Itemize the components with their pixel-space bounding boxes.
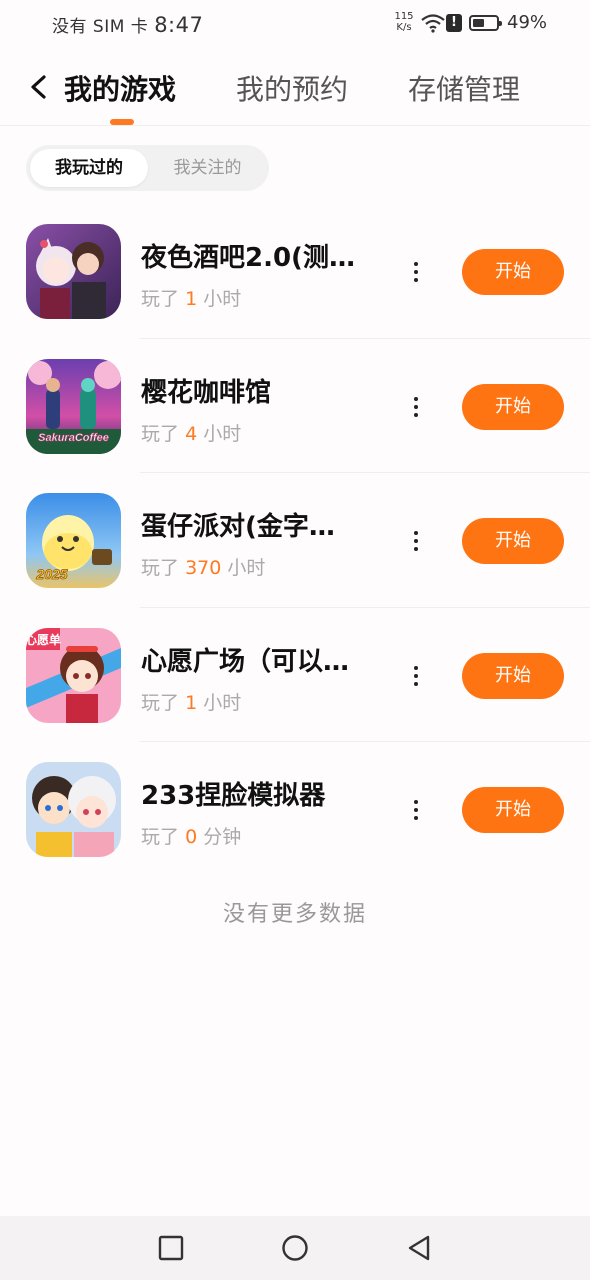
battery-fill	[473, 19, 484, 27]
playtime-unit: 小时	[203, 288, 242, 310]
game-icon-233-face-maker[interactable]	[26, 762, 121, 857]
playtime-unit: 小时	[203, 422, 242, 445]
alert-icon: !	[446, 14, 462, 32]
status-bar: 没有 SIM 卡 8:47 115 K/s ! 49%	[0, 0, 590, 48]
more-vertical-icon[interactable]	[404, 658, 428, 694]
no-more-data-text: 没有更多数据	[222, 902, 367, 927]
start-button[interactable]: 开始	[462, 383, 564, 430]
game-name[interactable]: 樱花咖啡馆	[141, 372, 381, 409]
list-item: 233捏脸模拟器 玩了 0 分钟 开始	[0, 742, 590, 877]
playtime-unit: 小时	[203, 691, 242, 714]
game-name[interactable]: 蛋仔派对(金字…	[141, 506, 381, 543]
playtime-prefix: 玩了	[141, 691, 180, 714]
tab-storage-management[interactable]: 存储管理	[408, 68, 520, 108]
more-vertical-icon[interactable]	[404, 792, 428, 828]
playtime-value: 4	[185, 422, 198, 445]
game-name[interactable]: 夜色酒吧2.0(测…	[141, 237, 381, 274]
battery-icon	[469, 15, 502, 31]
network-speed-unit: K/s	[396, 22, 412, 33]
list-item: SakuraCoffee 樱花咖啡馆 玩了 4 小时 开始	[0, 339, 590, 473]
game-name[interactable]: 心愿广场（可以…	[141, 641, 381, 678]
home-circle-icon[interactable]	[281, 1234, 309, 1262]
carrier-label: 没有 SIM 卡	[52, 17, 149, 37]
game-playtime: 玩了 0 分钟	[141, 822, 241, 849]
egg-party-year-logo: 2025	[35, 566, 67, 582]
game-icon-wish-plaza[interactable]: 心愿单	[26, 627, 121, 723]
more-vertical-icon[interactable]	[404, 254, 428, 290]
playtime-prefix: 玩了	[141, 826, 180, 848]
screen: 没有 SIM 卡 8:47 115 K/s ! 49% 我的游戏 我的预约 存储…	[0, 0, 590, 1280]
game-icon-night-bar[interactable]	[26, 224, 121, 319]
chevron-left-icon[interactable]	[24, 68, 58, 106]
game-icon-sakura-coffee[interactable]: SakuraCoffee	[26, 358, 121, 454]
more-vertical-icon[interactable]	[404, 523, 428, 559]
game-playtime: 玩了 4 小时	[141, 419, 241, 446]
playtime-unit: 分钟	[203, 826, 242, 848]
playtime-unit: 小时	[227, 557, 266, 579]
segment-following[interactable]: 我关注的	[150, 149, 265, 187]
playtime-prefix: 玩了	[141, 422, 180, 445]
wifi-icon	[421, 14, 445, 33]
playtime-value: 370	[185, 557, 222, 579]
game-playtime: 玩了 1 小时	[141, 688, 241, 715]
playtime-value: 1	[185, 691, 198, 714]
playtime-value: 0	[185, 826, 198, 848]
segment-played[interactable]: 我玩过的	[30, 149, 148, 187]
segmented-control: 我玩过的 我关注的	[26, 145, 269, 191]
back-triangle-icon[interactable]	[405, 1234, 433, 1262]
more-vertical-icon[interactable]	[404, 389, 428, 425]
network-speed-value: 115	[394, 11, 414, 22]
game-list: 夜色酒吧2.0(测… 玩了 1 小时 开始 SakuraCoffee 樱花咖啡馆…	[0, 204, 590, 877]
playtime-prefix: 玩了	[141, 288, 180, 310]
game-icon-egg-party[interactable]: 2025	[26, 493, 121, 588]
playtime-value: 1	[185, 288, 198, 310]
list-item: 2025 蛋仔派对(金字… 玩了 370 小时 开始	[0, 473, 590, 608]
list-item: 夜色酒吧2.0(测… 玩了 1 小时 开始	[0, 204, 590, 339]
header: 我的游戏 我的预约 存储管理	[0, 48, 590, 126]
wish-list-logo: 心愿单	[26, 632, 61, 647]
recents-square-icon[interactable]	[157, 1234, 185, 1262]
network-speed: 115 K/s	[392, 11, 416, 33]
tab-my-games[interactable]: 我的游戏	[64, 68, 176, 108]
start-button[interactable]: 开始	[462, 249, 564, 295]
system-nav-bar	[0, 1216, 590, 1280]
battery-percent: 49%	[507, 12, 548, 33]
game-playtime: 玩了 1 小时	[141, 284, 241, 311]
status-carrier-time: 没有 SIM 卡 8:47	[52, 12, 203, 37]
playtime-prefix: 玩了	[141, 557, 180, 579]
sakura-coffee-logo: SakuraCoffee	[38, 432, 109, 444]
tab-my-reservations[interactable]: 我的预约	[236, 68, 348, 108]
start-button[interactable]: 开始	[462, 518, 564, 564]
status-time: 8:47	[154, 13, 204, 37]
active-tab-indicator	[110, 119, 134, 125]
game-name[interactable]: 233捏脸模拟器	[141, 775, 381, 812]
list-item: 心愿单 心愿广场（可以… 玩了 1 小时 开始	[0, 608, 590, 742]
start-button[interactable]: 开始	[462, 787, 564, 833]
start-button[interactable]: 开始	[462, 652, 564, 699]
game-playtime: 玩了 370 小时	[141, 553, 265, 580]
